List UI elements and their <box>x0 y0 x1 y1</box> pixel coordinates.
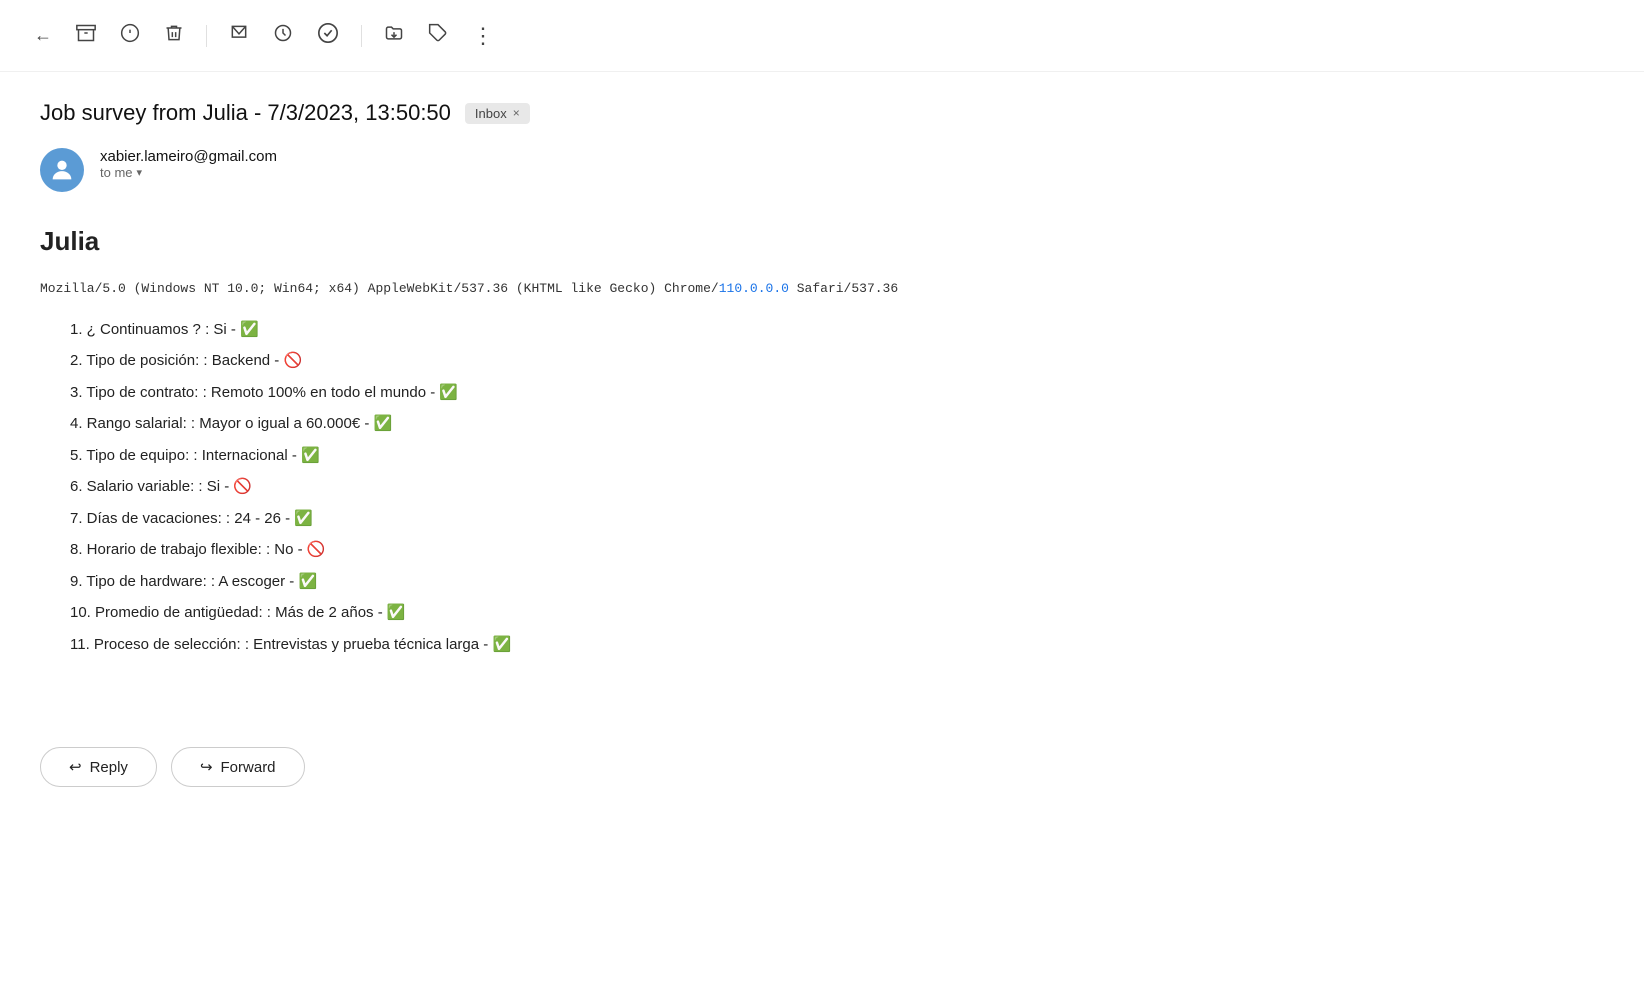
toolbar-divider-2 <box>361 25 362 47</box>
snooze-icon <box>273 23 293 48</box>
archive-button[interactable] <box>66 15 106 56</box>
action-buttons: ↩ Reply ↪ Forward <box>0 727 1644 817</box>
sender-info: xabier.lameiro@gmail.com to me ▾ <box>100 148 277 180</box>
email-header: Job survey from Julia - 7/3/2023, 13:50:… <box>0 72 1644 226</box>
back-button[interactable]: ← <box>24 17 62 54</box>
label-icon <box>428 23 448 48</box>
move-icon <box>384 23 404 48</box>
survey-item: 9. Tipo de hardware: : A escoger - ✅ <box>70 569 1604 595</box>
sender-to-dropdown[interactable]: to me ▾ <box>100 165 277 180</box>
snooze-button[interactable] <box>263 15 303 56</box>
survey-item: 4. Rango salarial: : Mayor o igual a 60.… <box>70 411 1604 437</box>
survey-item: 1. ¿ Continuamos ? : Si - ✅ <box>70 317 1604 343</box>
delete-button[interactable] <box>154 15 194 56</box>
ua-link[interactable]: 110.0.0.0 <box>719 281 789 296</box>
ua-suffix: Safari/537.36 <box>789 281 898 296</box>
toolbar: ← <box>0 0 1644 72</box>
survey-item: 5. Tipo de equipo: : Internacional - ✅ <box>70 443 1604 469</box>
info-button[interactable] <box>110 15 150 56</box>
sender-email: xabier.lameiro@gmail.com <box>100 148 277 165</box>
user-agent-line: Mozilla/5.0 (Windows NT 10.0; Win64; x64… <box>40 279 1604 299</box>
sender-row: xabier.lameiro@gmail.com to me ▾ <box>40 148 1604 192</box>
back-icon: ← <box>34 25 52 46</box>
survey-item: 2. Tipo de posición: : Backend - 🚫 <box>70 348 1604 374</box>
subject-row: Job survey from Julia - 7/3/2023, 13:50:… <box>40 100 1604 126</box>
more-button[interactable]: ⋮ <box>462 15 505 57</box>
inbox-label: Inbox <box>475 106 507 121</box>
forward-button[interactable]: ↪ Forward <box>171 747 305 787</box>
reply-icon: ↩ <box>69 758 82 776</box>
avatar <box>40 148 84 192</box>
delete-icon <box>164 23 184 48</box>
info-icon <box>120 23 140 48</box>
more-icon: ⋮ <box>472 23 495 49</box>
label-button[interactable] <box>418 15 458 56</box>
survey-item: 11. Proceso de selección: : Entrevistas … <box>70 632 1604 658</box>
reply-button[interactable]: ↩ Reply <box>40 747 157 787</box>
survey-item: 6. Salario variable: : Si - 🚫 <box>70 474 1604 500</box>
inbox-close-button[interactable]: × <box>513 106 520 120</box>
mark-button[interactable] <box>219 15 259 56</box>
chevron-down-icon: ▾ <box>137 166 143 179</box>
inbox-badge: Inbox × <box>465 103 530 124</box>
ua-prefix: Mozilla/5.0 (Windows NT 10.0; Win64; x64… <box>40 281 719 296</box>
done-icon <box>317 22 339 49</box>
survey-item: 10. Promedio de antigüedad: : Más de 2 a… <box>70 600 1604 626</box>
reply-label: Reply <box>90 759 128 776</box>
done-button[interactable] <box>307 14 349 57</box>
mark-icon <box>229 23 249 48</box>
survey-item: 7. Días de vacaciones: : 24 - 26 - ✅ <box>70 506 1604 532</box>
email-body: Julia Mozilla/5.0 (Windows NT 10.0; Win6… <box>0 226 1644 727</box>
sender-to-label: to me <box>100 165 133 180</box>
toolbar-divider-1 <box>206 25 207 47</box>
greeting-name: Julia <box>40 226 1604 257</box>
archive-icon <box>76 23 96 48</box>
forward-icon: ↪ <box>200 758 213 776</box>
move-button[interactable] <box>374 15 414 56</box>
survey-item: 3. Tipo de contrato: : Remoto 100% en to… <box>70 380 1604 406</box>
email-subject: Job survey from Julia - 7/3/2023, 13:50:… <box>40 100 451 126</box>
survey-item: 8. Horario de trabajo flexible: : No - 🚫 <box>70 537 1604 563</box>
survey-list: 1. ¿ Continuamos ? : Si - ✅ 2. Tipo de po… <box>70 317 1604 658</box>
forward-label: Forward <box>221 759 276 776</box>
